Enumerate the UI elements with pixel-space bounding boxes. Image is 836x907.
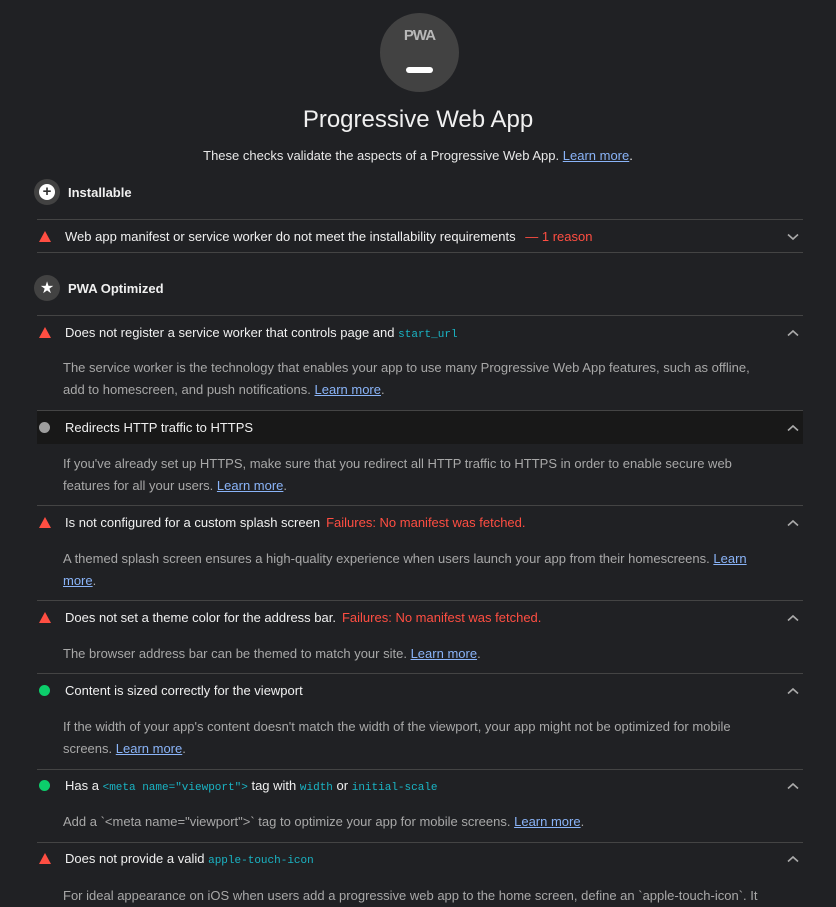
fail-triangle-icon [39, 231, 51, 242]
audit-splash-screen[interactable]: Is not configured for a custom splash sc… [37, 506, 803, 539]
audit-content-width[interactable]: Content is sized correctly for the viewp… [37, 674, 803, 707]
pass-dot-icon [39, 685, 50, 696]
audit-description: Add a `<meta name="viewport">` tag to op… [63, 814, 585, 829]
learn-more-link[interactable]: Learn more [315, 382, 381, 397]
learn-more-link[interactable]: Learn more [411, 646, 477, 661]
chevron-down-icon[interactable] [787, 233, 801, 241]
audit-description: If the width of your app's content doesn… [63, 719, 731, 756]
code-snippet: start_url [398, 328, 458, 341]
audit-description: If you've already set up HTTPS, make sur… [63, 456, 732, 493]
failure-message: Failures: No manifest was fetched. [326, 515, 526, 530]
chevron-up-icon[interactable] [787, 614, 801, 622]
category-title: Progressive Web App [302, 106, 534, 133]
chevron-up-icon[interactable] [787, 855, 801, 863]
code-snippet: <meta name="viewport"> [102, 781, 248, 794]
audit-description: A themed splash screen ensures a high-qu… [63, 551, 747, 588]
audit-https-redirect[interactable]: Redirects HTTP traffic to HTTPS [37, 411, 803, 444]
learn-more-link[interactable]: Learn more [217, 478, 283, 493]
group-title: Installable [68, 184, 132, 200]
audit-description: The browser address bar can be themed to… [63, 646, 481, 661]
chevron-up-icon[interactable] [787, 329, 801, 337]
manual-dot-icon [39, 422, 50, 433]
audit-installable-manifest[interactable]: Web app manifest or service worker do no… [37, 220, 803, 253]
group-installable: + Installable [34, 179, 132, 205]
learn-more-link[interactable]: Learn more [563, 148, 629, 163]
learn-more-link[interactable]: Learn more [514, 814, 580, 829]
chevron-up-icon[interactable] [787, 519, 801, 527]
code-snippet: apple-touch-icon [208, 854, 314, 867]
pass-dot-icon [39, 780, 50, 791]
plus-circle-icon: + [34, 179, 60, 205]
category-description: These checks validate the aspects of a P… [203, 148, 633, 163]
star-icon: ★ [34, 275, 60, 301]
code-snippet: initial-scale [351, 781, 438, 794]
pwa-gauge: PWA [380, 13, 459, 92]
group-title: PWA Optimized [68, 280, 164, 296]
reason-count: — 1 reason [525, 229, 593, 244]
audit-viewport[interactable]: Has a <meta name="viewport"> tag with wi… [37, 769, 803, 802]
audit-theme-color[interactable]: Does not set a theme color for the addre… [37, 601, 803, 634]
pwa-badge-label: PWA [403, 27, 436, 44]
audit-description: For ideal appearance on iOS when users a… [63, 888, 758, 903]
fail-triangle-icon [39, 612, 51, 623]
chevron-up-icon[interactable] [787, 687, 801, 695]
audit-description: The service worker is the technology tha… [63, 360, 750, 397]
failure-message: Failures: No manifest was fetched. [341, 610, 542, 625]
dash-icon [406, 67, 433, 73]
code-snippet: width [299, 781, 333, 794]
group-pwa-optimized: ★ PWA Optimized [34, 275, 164, 301]
audit-apple-touch-icon[interactable]: Does not provide a valid apple-touch-ico… [37, 842, 803, 875]
fail-triangle-icon [39, 853, 51, 864]
fail-triangle-icon [39, 517, 51, 528]
chevron-up-icon[interactable] [787, 782, 801, 790]
fail-triangle-icon [39, 327, 51, 338]
chevron-up-icon[interactable] [787, 424, 801, 432]
audit-service-worker[interactable]: Does not register a service worker that … [37, 316, 803, 349]
divider [37, 252, 803, 253]
learn-more-link[interactable]: Learn more [116, 741, 182, 756]
